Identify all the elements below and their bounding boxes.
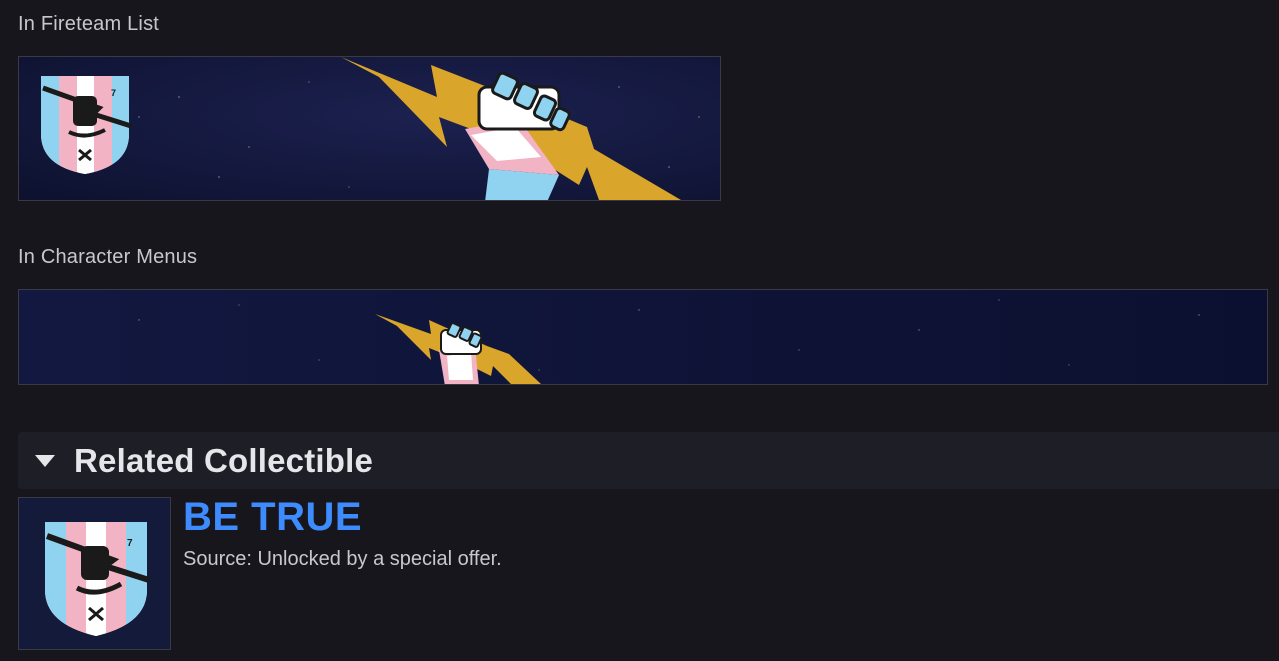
collectible-source: Source: Unlocked by a special offer. [183, 548, 502, 570]
caret-down-icon[interactable] [34, 450, 56, 472]
fireteam-list-label: In Fireteam List [18, 13, 160, 35]
collectible-emblem-number: 7 [127, 538, 133, 549]
related-collectible-title: Related Collectible [74, 441, 374, 479]
collectible-emblem-icon[interactable]: 7 [18, 497, 171, 650]
collectible-name[interactable]: BE TRUE [183, 495, 362, 540]
emblem-number: 7 [111, 88, 116, 98]
character-menus-label: In Character Menus [18, 246, 198, 268]
character-banner [18, 289, 1268, 385]
fireteam-banner: 7 [18, 56, 721, 201]
related-collectible-header[interactable]: Related Collectible [18, 432, 1279, 489]
character-banner-art [19, 290, 1267, 384]
fireteam-banner-art: 7 [19, 57, 720, 200]
fist-with-lightning-small-icon [439, 322, 483, 384]
